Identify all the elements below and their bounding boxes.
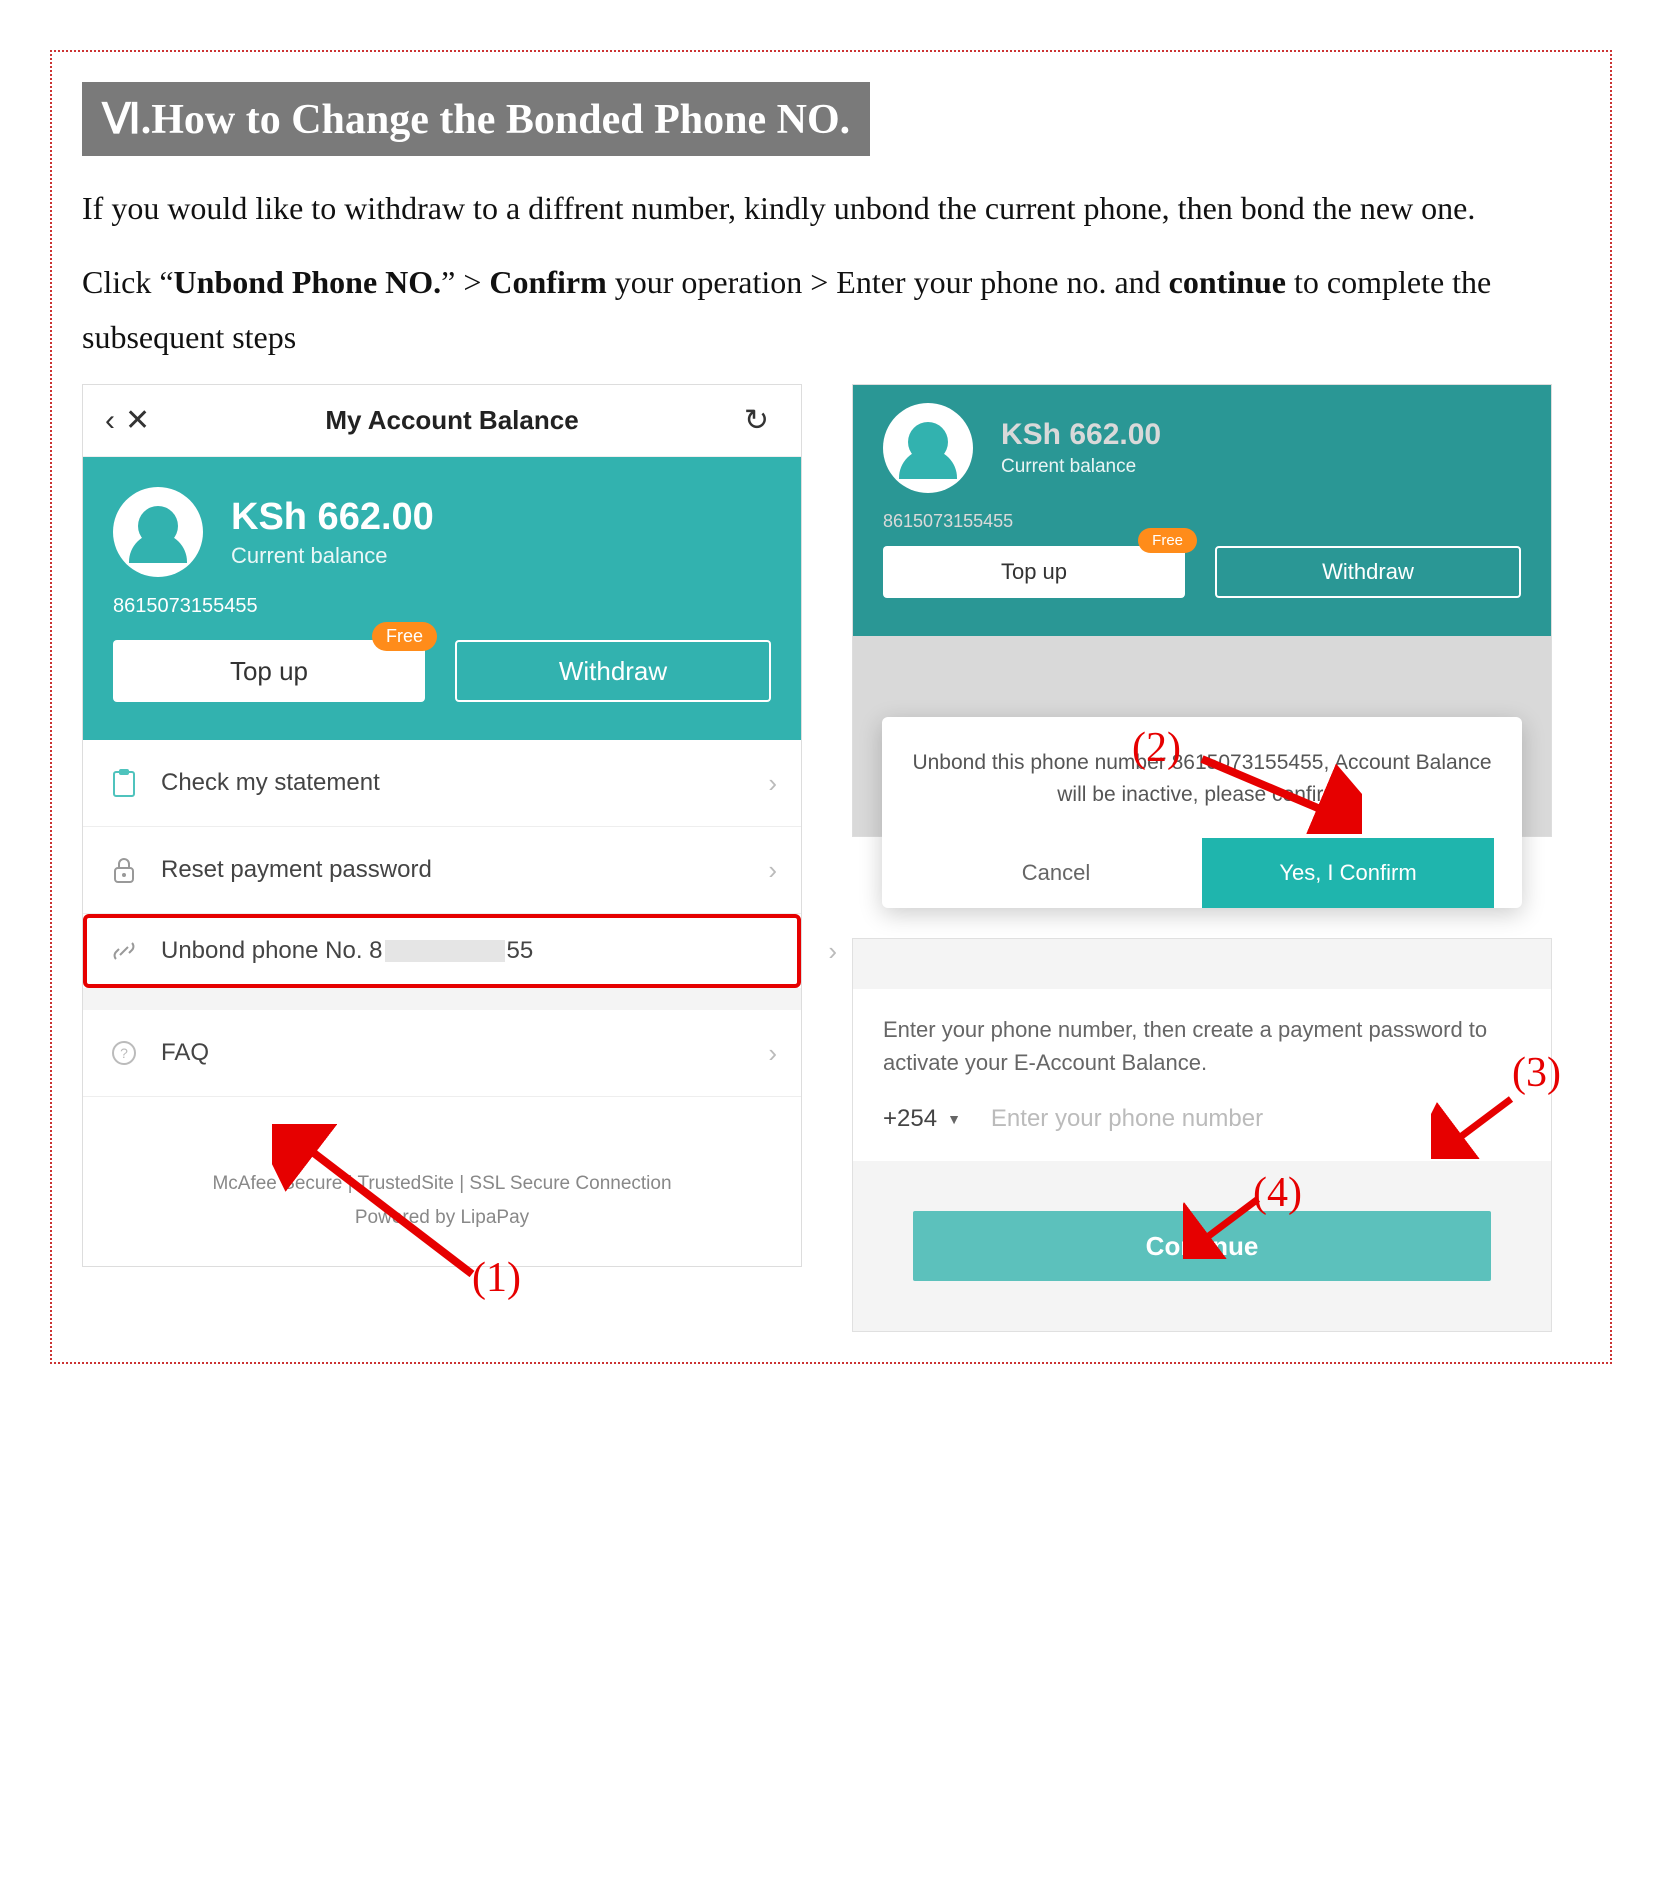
unbond-bold: Unbond Phone NO.: [174, 264, 442, 300]
chevron-right-icon: ›: [828, 936, 837, 967]
menu-label: Check my statement: [161, 769, 380, 797]
menu-item-unbond-phone[interactable]: Unbond phone No. 8 55 ›: [83, 914, 801, 988]
footer-text: McAfee Secure | TrustedSite | SSL Secure…: [83, 1097, 801, 1265]
withdraw-label: Withdraw: [559, 656, 667, 687]
screenshot-3: Enter your phone number, then create a p…: [852, 938, 1552, 1332]
avatar: [113, 487, 203, 577]
balance-subtitle: Current balance: [1001, 456, 1161, 478]
close-icon[interactable]: ✕: [125, 403, 150, 438]
withdraw-button[interactable]: Withdraw: [455, 640, 771, 702]
phone-card-1: ‹ ✕ My Account Balance ↻ KSh 662.00 Curr…: [82, 384, 802, 1266]
modal-message: Unbond this phone number 8615073155455, …: [910, 747, 1494, 810]
svg-text:?: ?: [120, 1045, 128, 1061]
balance-amount: KSh 662.00: [1001, 418, 1161, 452]
chevron-down-icon[interactable]: ▼: [947, 1111, 961, 1127]
menu-gap: [83, 988, 801, 1010]
intro-paragraph-2: Click “Unbond Phone NO.” > Confirm your …: [82, 255, 1580, 364]
intro-paragraph-1: If you would like to withdraw to a diffr…: [82, 181, 1580, 235]
clipboard-icon: [107, 766, 141, 800]
page-title: My Account Balance: [160, 405, 744, 436]
section-title: Ⅵ.How to Change the Bonded Phone NO.: [82, 82, 870, 156]
redacted-area: [385, 940, 505, 962]
chevron-right-icon: ›: [768, 855, 777, 886]
topup-label: Top up: [230, 656, 308, 687]
intro-text: Click “: [82, 264, 174, 300]
chevron-right-icon: ›: [768, 768, 777, 799]
right-column: KSh 662.00 Current balance 8615073155455…: [852, 384, 1552, 1332]
refresh-icon[interactable]: ↻: [744, 403, 769, 438]
menu-label-suffix: 55: [507, 937, 534, 965]
chevron-right-icon: ›: [768, 1038, 777, 1069]
topbar: ‹ ✕ My Account Balance ↻: [83, 385, 801, 457]
confirm-bold: Confirm: [489, 264, 606, 300]
lock-icon: [107, 853, 141, 887]
screenshot-2: KSh 662.00 Current balance 8615073155455…: [852, 384, 1552, 908]
question-icon: ?: [107, 1036, 141, 1070]
menu-list: Check my statement › Reset payment passw…: [83, 740, 801, 1097]
menu-item-reset-password[interactable]: Reset payment password ›: [83, 827, 801, 914]
menu-item-faq[interactable]: ? FAQ ›: [83, 1010, 801, 1097]
balance-block: KSh 662.00 Current balance 8615073155455…: [83, 457, 801, 740]
screenshots-row: ‹ ✕ My Account Balance ↻ KSh 662.00 Curr…: [82, 384, 1580, 1332]
free-badge: Free: [372, 622, 437, 651]
unlink-icon: [107, 934, 141, 968]
withdraw-label: Withdraw: [1322, 559, 1414, 585]
cancel-button[interactable]: Cancel: [910, 838, 1202, 908]
bonded-phone-number: 8615073155455: [883, 511, 1521, 532]
phone-input-row: +254 ▼ Enter your phone number: [853, 1087, 1551, 1161]
topup-button[interactable]: Top up Free: [883, 546, 1185, 598]
avatar: [883, 403, 973, 493]
annotation-label-4: (4): [1253, 1169, 1302, 1217]
continue-button[interactable]: Continue: [913, 1211, 1491, 1281]
intro-text: ” >: [441, 264, 489, 300]
screenshot-1: ‹ ✕ My Account Balance ↻ KSh 662.00 Curr…: [82, 384, 802, 1332]
back-icon[interactable]: ‹: [105, 404, 115, 438]
free-badge: Free: [1138, 528, 1197, 553]
document-frame: Ⅵ.How to Change the Bonded Phone NO. If …: [50, 50, 1612, 1364]
withdraw-button[interactable]: Withdraw: [1215, 546, 1521, 598]
confirm-button[interactable]: Yes, I Confirm: [1202, 838, 1494, 908]
topup-label: Top up: [1001, 559, 1067, 585]
menu-label: FAQ: [161, 1039, 209, 1067]
menu-label-prefix: Unbond phone No. 8: [161, 937, 383, 965]
bonded-phone-number: 8615073155455: [113, 595, 771, 618]
balance-amount: KSh 662.00: [231, 496, 434, 539]
footer-line-1: McAfee Secure | TrustedSite | SSL Secure…: [103, 1167, 781, 1201]
phone-input[interactable]: Enter your phone number: [991, 1105, 1521, 1133]
enter-phone-desc: Enter your phone number, then create a p…: [853, 989, 1551, 1087]
menu-item-statement[interactable]: Check my statement ›: [83, 740, 801, 827]
balance-subtitle: Current balance: [231, 543, 434, 569]
continue-bold: continue: [1169, 264, 1286, 300]
intro-text: your operation > Enter your phone no. an…: [607, 264, 1169, 300]
footer-line-2: Powered by LipaPay: [103, 1201, 781, 1235]
menu-label: Reset payment password: [161, 856, 432, 884]
confirm-modal: Unbond this phone number 8615073155455, …: [882, 717, 1522, 908]
country-code[interactable]: +254: [883, 1105, 937, 1133]
topup-button[interactable]: Top up Free: [113, 640, 425, 702]
